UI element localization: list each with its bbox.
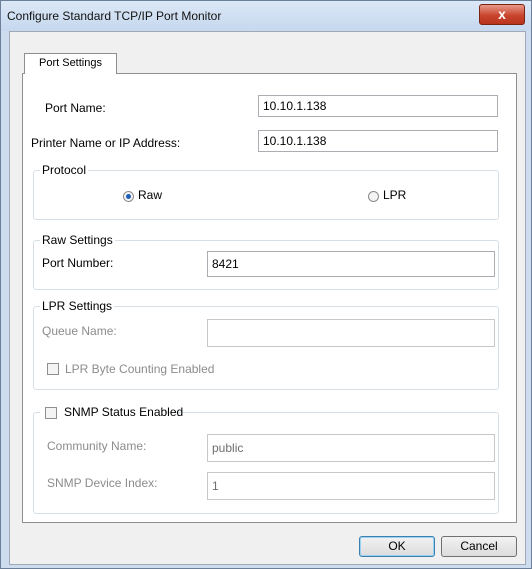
community-name-label: Community Name: <box>47 439 147 453</box>
cancel-button[interactable]: Cancel <box>441 536 517 557</box>
printer-name-label: Printer Name or IP Address: <box>31 136 181 150</box>
cancel-button-label: Cancel <box>460 539 498 553</box>
window-title: Configure Standard TCP/IP Port Monitor <box>7 9 222 23</box>
ok-button[interactable]: OK <box>359 536 435 557</box>
lpr-radio[interactable] <box>368 191 379 202</box>
snmp-group: SNMP Status Enabled Community Name: publ… <box>33 405 499 514</box>
raw-settings-legend: Raw Settings <box>40 233 115 247</box>
queue-name-label: Queue Name: <box>42 324 117 338</box>
lpr-byte-counting-label[interactable]: LPR Byte Counting Enabled <box>65 362 214 376</box>
tab-port-settings[interactable]: Port Settings <box>24 53 117 74</box>
close-button[interactable]: x <box>479 4 525 25</box>
snmp-enabled-checkbox[interactable] <box>45 407 57 419</box>
printer-name-input[interactable]: 10.10.1.138 <box>258 130 498 152</box>
community-name-input[interactable]: public <box>207 434 495 462</box>
port-name-input[interactable]: 10.10.1.138 <box>258 95 498 117</box>
port-name-label: Port Name: <box>45 101 106 115</box>
raw-radio[interactable] <box>123 191 134 202</box>
dialog-client-area: Port Settings Port Name: 10.10.1.138 Pri… <box>9 31 526 565</box>
snmp-legend: SNMP Status Enabled <box>40 405 183 421</box>
raw-settings-group: Raw Settings Port Number: 8421 <box>33 233 499 290</box>
snmp-device-index-label: SNMP Device Index: <box>47 476 158 490</box>
port-settings-panel: Port Name: 10.10.1.138 Printer Name or I… <box>22 73 517 523</box>
snmp-enabled-label[interactable]: SNMP Status Enabled <box>64 405 183 419</box>
dialog-window: Configure Standard TCP/IP Port Monitor x… <box>0 0 532 569</box>
title-bar[interactable]: Configure Standard TCP/IP Port Monitor x <box>1 1 531 31</box>
port-number-input[interactable]: 8421 <box>207 251 495 277</box>
ok-button-label: OK <box>388 539 406 553</box>
lpr-settings-legend: LPR Settings <box>40 299 115 313</box>
snmp-device-index-input[interactable]: 1 <box>207 472 495 500</box>
close-icon: x <box>498 6 506 22</box>
lpr-byte-counting-checkbox[interactable] <box>47 363 59 375</box>
port-number-label: Port Number: <box>42 256 114 270</box>
lpr-settings-group: LPR Settings Queue Name: LPR Byte Counti… <box>33 299 499 390</box>
protocol-group: Protocol Raw LPR <box>33 163 499 220</box>
protocol-legend: Protocol <box>40 163 89 177</box>
raw-radio-label[interactable]: Raw <box>138 188 162 202</box>
lpr-radio-label[interactable]: LPR <box>383 188 406 202</box>
tab-port-settings-label: Port Settings <box>39 57 102 69</box>
queue-name-input[interactable] <box>207 319 495 347</box>
